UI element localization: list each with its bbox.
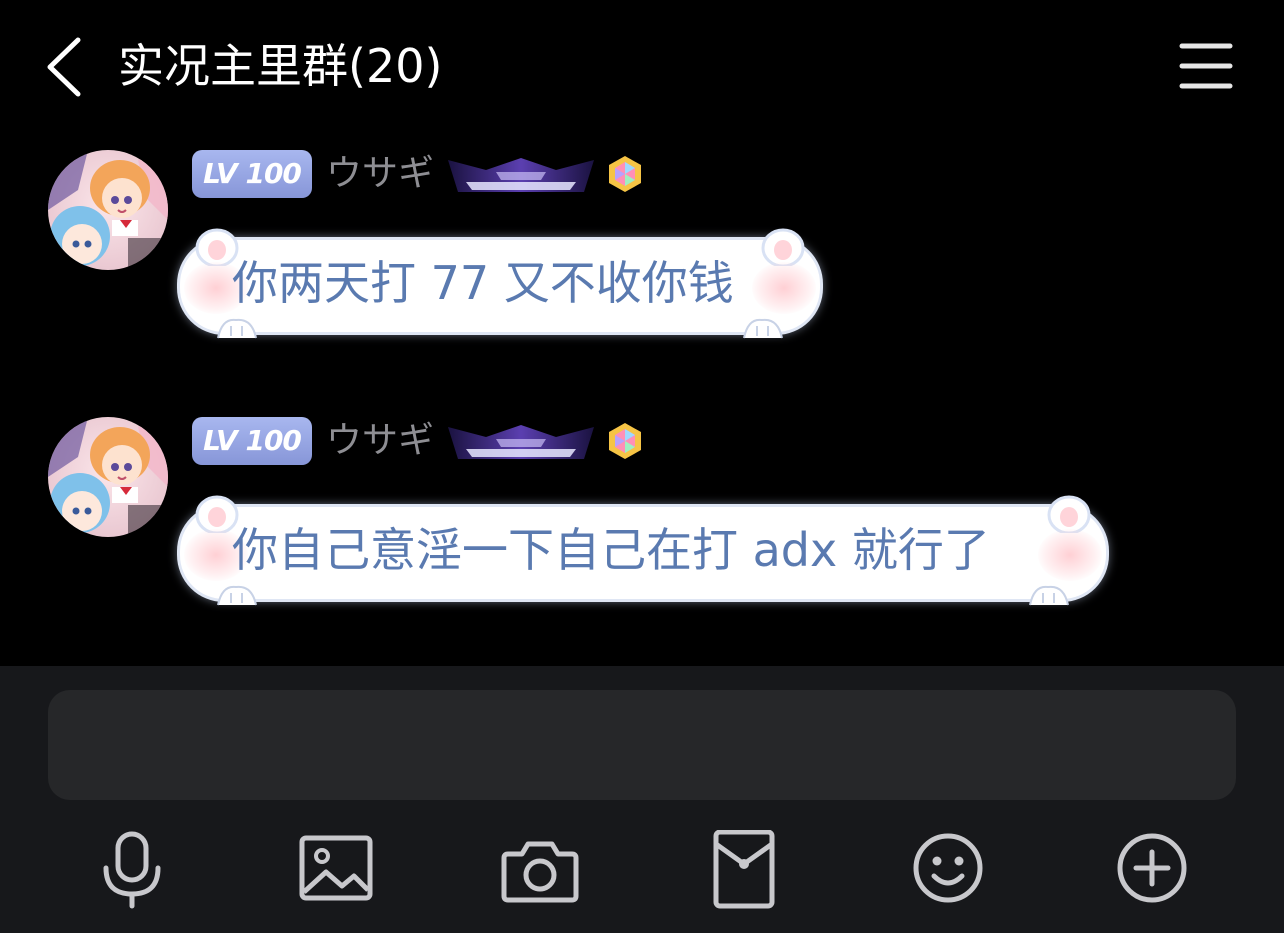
image-button[interactable] xyxy=(296,830,376,910)
chat-header: 实况主里群(20) xyxy=(0,0,1284,130)
username[interactable]: ウサギ xyxy=(326,419,434,463)
message-input[interactable] xyxy=(48,690,1236,800)
red-packet-icon xyxy=(713,829,775,909)
compose-panel xyxy=(0,666,1284,933)
image-icon xyxy=(299,835,373,901)
message-text: 你自己意淫一下自己在打 adx 就行了 xyxy=(232,523,990,577)
chat-message: LV 100 ウサギ xyxy=(0,417,1284,647)
message-bubble[interactable]: 你自己意淫一下自己在打 adx 就行了 xyxy=(170,489,1116,609)
bunny-ear-icon xyxy=(1047,495,1091,533)
microphone-icon xyxy=(103,831,161,909)
chat-screen: 实况主里群(20) LV 100 ウサギ 你两天打 77 又不收你钱 LV 10… xyxy=(0,0,1284,933)
chat-title: 实况主里群(20) xyxy=(118,39,443,93)
avatar[interactable] xyxy=(48,417,168,537)
voice-button[interactable] xyxy=(92,830,172,910)
title-banner-icon xyxy=(448,158,594,192)
message-meta: LV 100 ウサギ xyxy=(192,150,792,198)
red-packet-button[interactable] xyxy=(704,829,784,910)
paw-icon xyxy=(1029,585,1069,606)
paw-icon xyxy=(217,585,257,606)
level-badge: LV 100 xyxy=(192,417,312,465)
chevron-left-icon xyxy=(47,37,81,97)
emoji-icon xyxy=(913,833,983,903)
paw-icon xyxy=(743,318,783,339)
avatar-image xyxy=(48,417,168,537)
message-bubble[interactable]: 你两天打 77 又不收你钱 xyxy=(170,222,830,342)
level-badge: LV 100 xyxy=(192,150,312,198)
paw-icon xyxy=(217,318,257,339)
message-text: 你两天打 77 又不收你钱 xyxy=(232,256,734,310)
menu-button[interactable] xyxy=(1176,40,1236,92)
message-meta: LV 100 ウサギ xyxy=(192,417,792,465)
more-button[interactable] xyxy=(1112,830,1192,910)
username[interactable]: ウサギ xyxy=(326,152,434,196)
plus-icon xyxy=(1117,833,1187,903)
chat-message: LV 100 ウサギ xyxy=(0,150,1284,380)
back-button[interactable] xyxy=(40,34,90,100)
gem-icon xyxy=(609,156,641,192)
title-banner-icon xyxy=(448,425,594,459)
avatar[interactable] xyxy=(48,150,168,270)
hamburger-menu-icon xyxy=(1179,43,1233,89)
emoji-button[interactable] xyxy=(908,830,988,910)
gem-icon xyxy=(609,423,641,459)
camera-icon xyxy=(501,841,579,903)
avatar-image xyxy=(48,150,168,270)
bunny-ear-icon xyxy=(761,228,805,266)
camera-button[interactable] xyxy=(500,830,580,910)
